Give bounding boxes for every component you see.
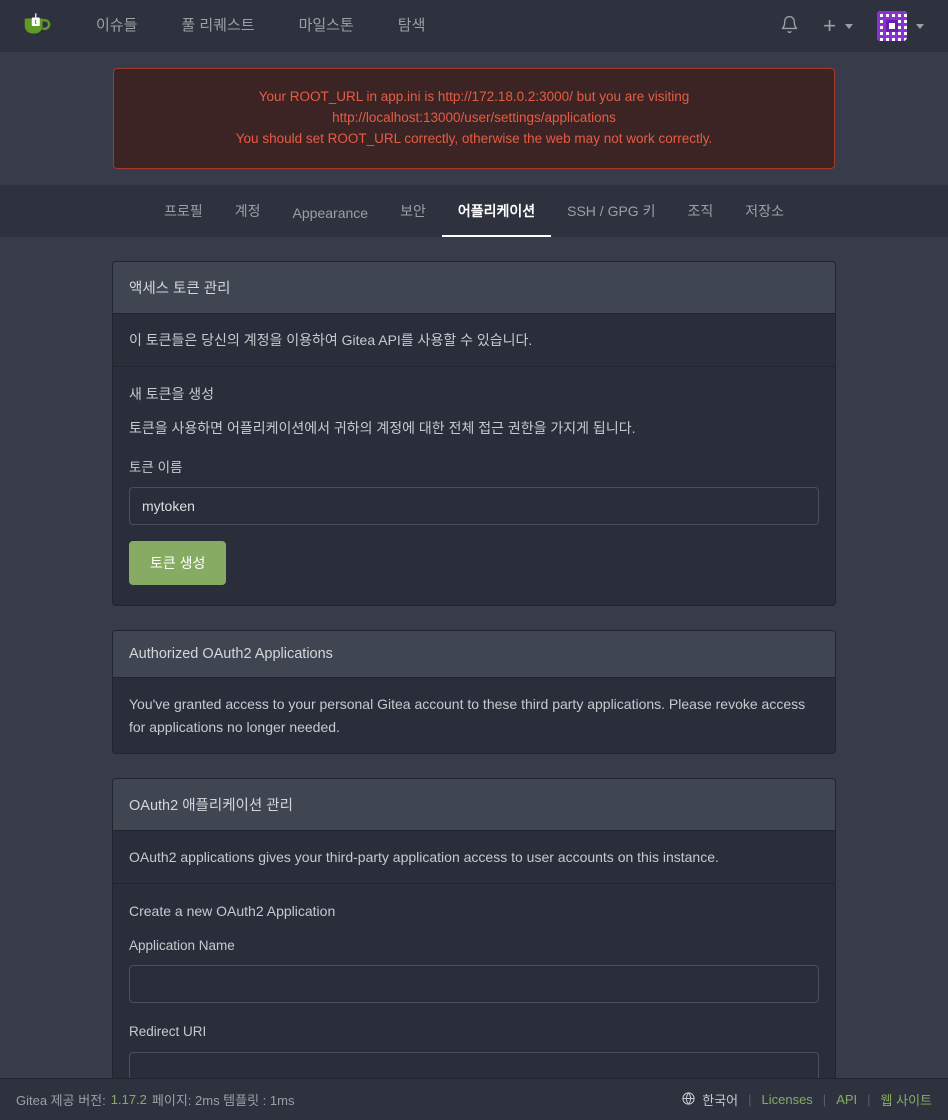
footer-timing-label: 페이지: 2ms 템플릿 : 1ms	[151, 1093, 295, 1108]
navbar-links: 이슈들 풀 리퀘스트 마일스톤 탐색	[74, 0, 447, 52]
tab-ssh-gpg-keys[interactable]: SSH / GPG 키	[551, 201, 671, 237]
notifications-button[interactable]	[766, 0, 813, 52]
tab-account[interactable]: 계정	[219, 201, 277, 237]
chevron-down-icon	[845, 23, 853, 29]
gitea-teacup-logo-icon: t	[21, 10, 51, 43]
page-footer: Gitea 제공 버전: 1.17.2 페이지: 2ms 템플릿 : 1ms 한…	[0, 1078, 948, 1120]
banner-area: Your ROOT_URL in app.ini is http://172.1…	[0, 52, 948, 169]
application-name-input[interactable]	[129, 965, 819, 1004]
oauth2-management-card: OAuth2 애플리케이션 관리 OAuth2 applications giv…	[112, 777, 836, 1120]
access-token-card: 액세스 토큰 관리 이 토큰들은 당신의 계정을 이용하여 Gitea API를…	[112, 260, 836, 607]
footer-separator-1: |	[748, 1092, 752, 1107]
avatar	[877, 11, 907, 41]
token-name-input[interactable]	[129, 487, 819, 526]
token-name-field-block: 토큰 이름	[129, 457, 819, 526]
footer-separator-2: |	[822, 1092, 827, 1107]
tab-profile[interactable]: 프로필	[148, 201, 219, 237]
language-selector[interactable]: 한국어	[681, 1090, 738, 1109]
plus-icon: +	[823, 13, 836, 38]
authorized-oauth2-description: You've granted access to your personal G…	[129, 696, 806, 735]
access-token-card-header: 액세스 토큰 관리	[113, 261, 835, 314]
footer-left: Gitea 제공 버전: 1.17.2 페이지: 2ms 템플릿 : 1ms	[16, 1090, 294, 1109]
create-oauth2-title: Create a new OAuth2 Application	[129, 903, 336, 920]
language-label: 한국어	[702, 1093, 739, 1108]
nav-link-milestones[interactable]: 마일스톤	[277, 0, 376, 52]
user-menu[interactable]	[863, 0, 932, 52]
application-name-label: Application Name	[129, 937, 235, 953]
chevron-down-icon	[916, 23, 924, 29]
generate-token-form: 새 토큰을 생성 토큰을 사용하면 어플리케이션에서 귀하의 계정에 대한 전체…	[113, 367, 835, 605]
authorized-oauth2-card-header: Authorized OAuth2 Applications	[113, 631, 835, 679]
globe-icon	[681, 1091, 696, 1109]
bell-icon	[780, 15, 799, 37]
tab-appearance[interactable]: Appearance	[277, 205, 385, 237]
footer-licenses-link[interactable]: Licenses	[761, 1092, 812, 1107]
settings-content: 액세스 토큰 관리 이 토큰들은 당신의 계정을 이용하여 Gitea API를…	[0, 237, 948, 1120]
tab-security[interactable]: 보안	[384, 201, 442, 237]
generate-token-button[interactable]: 토큰 생성	[129, 541, 227, 586]
application-name-field-block: Application Name	[129, 935, 819, 1004]
tab-repositories[interactable]: 저장소	[729, 201, 800, 237]
top-navbar: t 이슈들 풀 리퀘스트 마일스톤 탐색 +	[0, 0, 948, 52]
footer-right: 한국어 | Licenses | API | 웹 사이트	[681, 1090, 932, 1109]
generate-token-title: 새 토큰을 생성	[129, 386, 215, 403]
gitea-logo-link[interactable]: t	[16, 6, 56, 46]
settings-tabbar: 프로필 계정 Appearance 보안 어플리케이션 SSH / GPG 키 …	[0, 184, 948, 237]
create-new-menu[interactable]: +	[813, 0, 863, 52]
footer-version-link[interactable]: 1.17.2	[111, 1092, 147, 1107]
oauth2-management-description: OAuth2 applications gives your third-par…	[113, 831, 835, 885]
banner-line-2: You should set ROOT_URL correctly, other…	[235, 130, 713, 146]
nav-link-explore[interactable]: 탐색	[376, 0, 448, 52]
tab-applications[interactable]: 어플리케이션	[441, 201, 552, 237]
footer-powered-by-label: Gitea 제공 버전:	[16, 1093, 106, 1108]
redirect-uri-label: Redirect URI	[129, 1024, 207, 1040]
footer-website-link[interactable]: 웹 사이트	[881, 1090, 932, 1109]
banner-line-1: Your ROOT_URL in app.ini is http://172.1…	[258, 89, 690, 125]
token-name-label: 토큰 이름	[129, 459, 183, 475]
footer-separator-3: |	[867, 1092, 871, 1107]
generate-token-description: 토큰을 사용하면 어플리케이션에서 귀하의 계정에 대한 전체 접근 권한을 가…	[129, 419, 636, 436]
nav-link-issues[interactable]: 이슈들	[74, 0, 159, 52]
nav-link-pull-requests[interactable]: 풀 리퀘스트	[159, 0, 276, 52]
tab-organizations[interactable]: 조직	[671, 201, 729, 237]
authorized-oauth2-card: Authorized OAuth2 Applications You've gr…	[112, 630, 836, 754]
navbar-right-actions: +	[766, 0, 932, 52]
access-token-description: 이 토큰들은 당신의 계정을 이용하여 Gitea API를 사용할 수 있습니…	[113, 314, 835, 368]
oauth2-management-card-header: OAuth2 애플리케이션 관리	[113, 778, 835, 831]
root-url-warning-banner: Your ROOT_URL in app.ini is http://172.1…	[113, 68, 835, 169]
footer-api-link[interactable]: API	[836, 1092, 857, 1107]
